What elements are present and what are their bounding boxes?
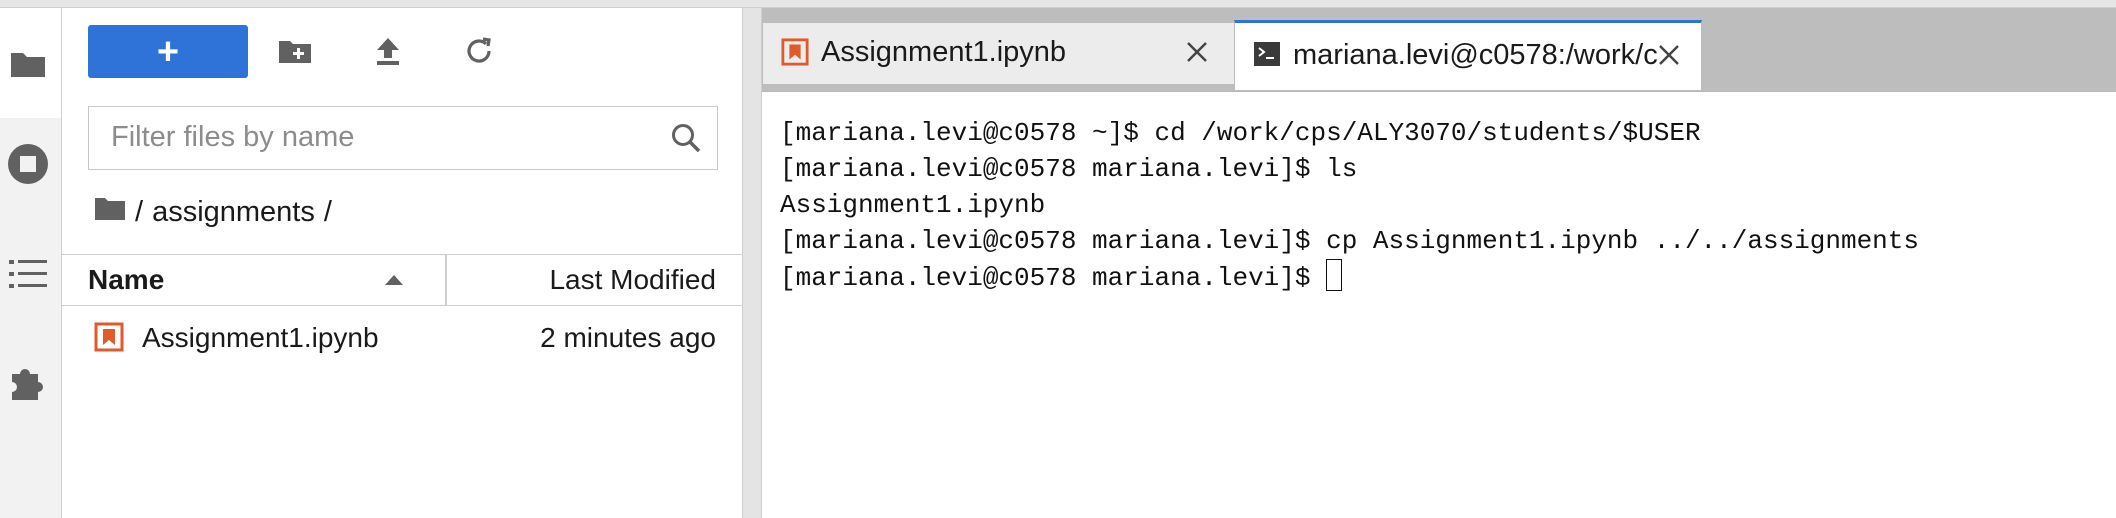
refresh-button[interactable]	[456, 30, 502, 76]
terminal-cursor[interactable]	[1326, 259, 1343, 291]
column-divider[interactable]	[445, 255, 447, 305]
tab-bar: Assignment1.ipynb mariana.levi@c0578:/wo…	[762, 8, 2116, 92]
new-launcher-button[interactable]: +	[88, 25, 248, 78]
new-folder-button[interactable]	[272, 30, 318, 76]
stop-circle-icon	[6, 142, 50, 186]
activity-item-table-of-contents[interactable]	[0, 228, 61, 338]
folder-icon	[6, 42, 50, 86]
panel-splitter[interactable]	[742, 8, 762, 518]
breadcrumb-separator: /	[135, 195, 144, 228]
main-dock-area: Assignment1.ipynb mariana.levi@c0578:/wo…	[762, 8, 2116, 518]
home-folder-icon[interactable]	[94, 195, 126, 229]
upload-icon	[374, 36, 402, 71]
close-icon[interactable]	[1655, 41, 1683, 69]
activity-item-extensions[interactable]	[0, 338, 61, 448]
tab-label: Assignment1.ipynb	[821, 36, 1067, 68]
search-icon	[665, 117, 707, 159]
terminal-prompt: [mariana.levi@c0578 mariana.levi]$	[780, 263, 1327, 293]
terminal-line: [mariana.levi@c0578 mariana.levi]$ ls	[780, 154, 1358, 184]
sort-ascending-icon[interactable]	[382, 272, 406, 288]
terminal-output[interactable]: [mariana.levi@c0578 ~]$ cd /work/cps/ALY…	[762, 93, 2116, 518]
column-header-name[interactable]: Name	[88, 255, 164, 305]
tab-terminal[interactable]: mariana.levi@c0578:/work/c	[1234, 20, 1702, 90]
breadcrumb-folder-assignments[interactable]: assignments	[152, 196, 315, 229]
terminal-icon	[1253, 40, 1281, 68]
file-list-header: Name Last Modified	[62, 254, 742, 306]
notebook-icon	[781, 38, 809, 66]
file-list-item[interactable]: Assignment1.ipynb 2 minutes ago	[62, 314, 742, 362]
upload-button[interactable]	[365, 30, 411, 76]
jupyterlab-window: + / assignment	[0, 0, 2116, 518]
breadcrumb: / assignments /	[94, 190, 341, 234]
tab-label: mariana.levi@c0578:/work/c	[1293, 39, 1658, 71]
terminal-line: Assignment1.ipynb	[780, 190, 1046, 220]
notebook-icon	[94, 322, 124, 352]
file-last-modified: 2 minutes ago	[540, 322, 716, 353]
terminal-line: [mariana.levi@c0578 mariana.levi]$ cp As…	[780, 226, 1919, 256]
terminal-line: [mariana.levi@c0578 ~]$ cd /work/cps/ALY…	[780, 118, 1701, 148]
filter-box	[88, 106, 718, 170]
column-header-last-modified[interactable]: Last Modified	[549, 255, 716, 305]
activity-item-file-browser[interactable]	[0, 8, 61, 118]
file-name: Assignment1.ipynb	[142, 322, 379, 353]
top-border	[0, 0, 2116, 8]
new-launcher-label: +	[156, 30, 180, 73]
file-browser-panel: + / assignment	[62, 8, 742, 518]
filter-input[interactable]	[89, 107, 649, 168]
terminal-prompt-line: [mariana.levi@c0578 mariana.levi]$	[780, 259, 2116, 295]
close-icon[interactable]	[1183, 38, 1211, 66]
list-icon	[6, 252, 50, 296]
puzzle-icon	[6, 360, 50, 404]
tab-assignment1-notebook[interactable]: Assignment1.ipynb	[762, 22, 1236, 84]
activity-bar	[0, 8, 62, 518]
new-folder-icon	[278, 38, 312, 69]
breadcrumb-separator: /	[323, 195, 332, 228]
activity-item-running[interactable]	[0, 118, 61, 228]
refresh-icon	[464, 36, 494, 71]
